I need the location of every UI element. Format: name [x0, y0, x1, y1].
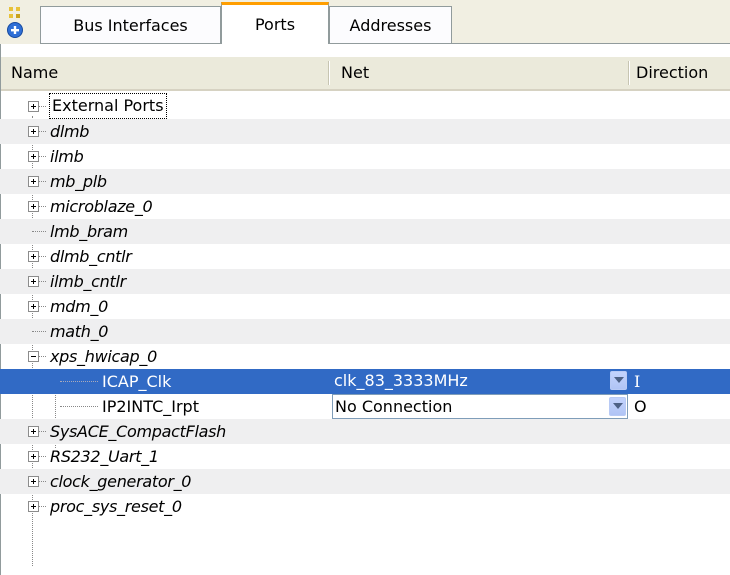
tree-connector	[38, 181, 46, 182]
tree-row-ilmb-cntlr[interactable]: ilmb_cntlr	[0, 269, 730, 294]
tree-row-mdm-0[interactable]: mdm_0	[0, 294, 730, 319]
tree-connector	[38, 131, 46, 132]
port-row-icap-clk[interactable]: ICAP_Clk clk_83_3333MHz I	[0, 369, 730, 394]
net-value: clk_83_3333MHz	[334, 371, 468, 390]
tree-connector	[38, 206, 46, 207]
tree-label: xps_hwicap_0	[50, 347, 157, 366]
tree-connector	[38, 481, 46, 482]
tree-row-lmb-bram[interactable]: lmb_bram	[0, 219, 730, 244]
tree-row-microblaze-0[interactable]: microblaze_0	[0, 194, 730, 219]
tree-label: mdm_0	[50, 297, 109, 316]
tree-connector	[38, 456, 46, 457]
tree-label: mb_plb	[50, 172, 107, 191]
tree-connector	[32, 231, 46, 232]
tree-row-proc-sys-reset-0[interactable]: proc_sys_reset_0	[0, 494, 730, 519]
tree-label: SysACE_CompactFlash	[50, 422, 226, 441]
tree-connector	[60, 381, 98, 382]
net-select[interactable]: No Connection	[332, 394, 628, 419]
tree-label: clock_generator_0	[50, 472, 192, 491]
tree-label: External Ports	[49, 93, 167, 119]
ports-tree: External Ports dlmb ilmb mb_plb microbla…	[0, 0, 730, 575]
tree-label: ilmb_cntlr	[50, 272, 126, 291]
tab-ports-label: Ports	[254, 15, 296, 34]
dropdown-arrow-icon[interactable]	[610, 371, 627, 390]
tree-row-math-0[interactable]: math_0	[0, 319, 730, 344]
tree-connector	[60, 406, 98, 407]
port-name: IP2INTC_Irpt	[102, 397, 199, 416]
tree-label: dlmb_cntlr	[50, 247, 132, 266]
tree-label: lmb_bram	[50, 222, 128, 241]
tree-label: RS232_Uart_1	[50, 447, 159, 466]
tree-row-dlmb[interactable]: dlmb	[0, 119, 730, 144]
dropdown-arrow-icon[interactable]	[609, 397, 626, 416]
tree-connector	[38, 256, 46, 257]
tree-row-rs232-uart-1[interactable]: RS232_Uart_1	[0, 444, 730, 469]
tree-row-dlmb-cntlr[interactable]: dlmb_cntlr	[0, 244, 730, 269]
tree-row-clock-generator-0[interactable]: clock_generator_0	[0, 469, 730, 494]
tree-label: dlmb	[50, 122, 90, 141]
tree-row-ilmb[interactable]: ilmb	[0, 144, 730, 169]
tree-connector	[38, 506, 46, 507]
net-value: No Connection	[335, 397, 453, 416]
port-name: ICAP_Clk	[102, 372, 172, 391]
net-select[interactable]: clk_83_3333MHz	[332, 369, 628, 394]
tree-connector	[38, 156, 46, 157]
tree-connector	[38, 106, 46, 107]
tab-ports[interactable]: Ports	[221, 2, 329, 44]
direction-value: I	[634, 372, 641, 391]
tree-connector	[38, 431, 46, 432]
tree-connector	[38, 306, 46, 307]
tree-connector	[38, 281, 46, 282]
tree-label: math_0	[50, 322, 109, 341]
tree-connector	[32, 331, 46, 332]
tree-connector	[38, 356, 46, 357]
tree-row-sysace-compactflash[interactable]: SysACE_CompactFlash	[0, 419, 730, 444]
tree-row-mb-plb[interactable]: mb_plb	[0, 169, 730, 194]
tree-label: microblaze_0	[50, 197, 153, 216]
tree-label: proc_sys_reset_0	[50, 497, 182, 516]
tree-label: ilmb	[50, 147, 84, 166]
direction-value: O	[634, 397, 647, 416]
tree-row-external-ports[interactable]: External Ports	[0, 93, 730, 119]
port-row-ip2intc-irpt[interactable]: IP2INTC_Irpt No Connection O	[0, 394, 730, 419]
tree-row-xps-hwicap-0[interactable]: xps_hwicap_0	[0, 344, 730, 369]
